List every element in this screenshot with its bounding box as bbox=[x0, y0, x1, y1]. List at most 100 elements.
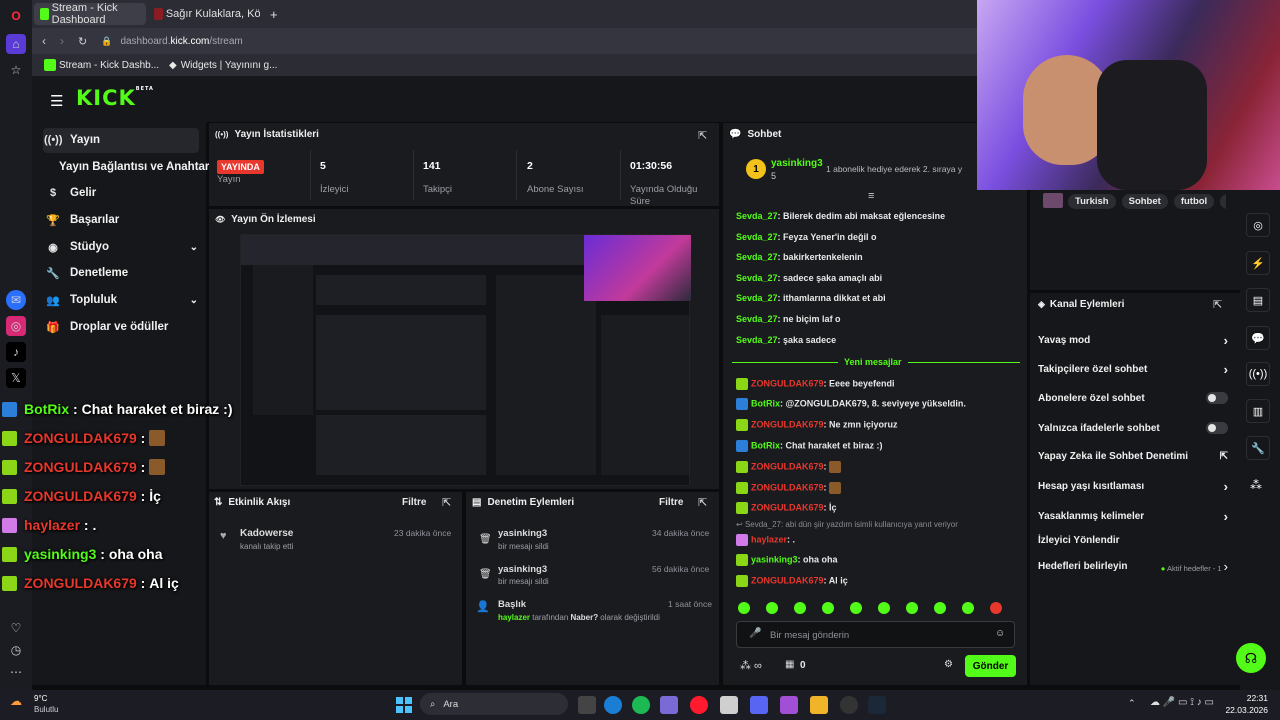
popout-icon[interactable]: ⇱ bbox=[698, 129, 707, 142]
chevron-up-icon[interactable]: ⌃ bbox=[1128, 698, 1136, 709]
chat-username[interactable]: Sevda_27 bbox=[736, 273, 778, 283]
mod-user[interactable]: yasinking3 bbox=[498, 564, 547, 575]
obs-icon[interactable] bbox=[840, 696, 858, 714]
tag-sohbet[interactable]: Sohbet bbox=[1121, 194, 1168, 209]
mod-user[interactable]: haylazer bbox=[498, 613, 530, 622]
nav-gelir[interactable]: $ Gelir bbox=[44, 181, 198, 205]
edge-icon[interactable] bbox=[604, 696, 622, 714]
nav-denetleme[interactable]: 🔧 Denetleme bbox=[44, 261, 198, 285]
support-headset-icon[interactable]: ☊ bbox=[1236, 643, 1266, 673]
chat-username[interactable]: ZONGULDAK679 bbox=[751, 482, 824, 492]
emote-icon[interactable] bbox=[822, 602, 834, 614]
emote-icon[interactable] bbox=[738, 602, 750, 614]
history-icon[interactable]: ◷ bbox=[6, 640, 26, 660]
taskview-icon[interactable] bbox=[578, 696, 596, 714]
chat-username[interactable]: Sevda_27 bbox=[736, 293, 778, 303]
emote-icon[interactable] bbox=[794, 602, 806, 614]
toggle-switch[interactable] bbox=[1206, 422, 1228, 434]
folder-icon[interactable] bbox=[810, 696, 828, 714]
windows-start-icon[interactable] bbox=[396, 697, 412, 713]
channel-action-row[interactable]: Yavaş mod › bbox=[1038, 330, 1228, 350]
tab-second[interactable]: Sağır Kulaklara, Kör gözle bbox=[148, 3, 266, 25]
emote-icon[interactable] bbox=[906, 602, 918, 614]
nav-topluluk[interactable]: 👥 Topluluk ⌄ bbox=[44, 288, 198, 312]
chat-icon[interactable]: 💬 bbox=[1246, 326, 1270, 350]
channel-action-row[interactable]: Hedefleri belirleyin ● Aktif hedefler - 1… bbox=[1038, 556, 1228, 576]
kick-logo[interactable]: KICKBETA bbox=[76, 86, 154, 110]
instagram-icon[interactable]: ◎ bbox=[6, 316, 26, 336]
tray-icons[interactable]: ☁ 🎤 ▭ ⟟ ♪ ▭ bbox=[1150, 697, 1214, 708]
chat-username[interactable]: Sevda_27 bbox=[736, 232, 778, 242]
chat-username[interactable]: ZONGULDAK679 bbox=[751, 575, 824, 585]
chat-username[interactable]: Sevda_27 bbox=[736, 252, 778, 262]
home-icon[interactable]: ⌂ bbox=[6, 34, 26, 54]
tab-kick-dashboard[interactable]: Stream - Kick Dashboard bbox=[34, 2, 146, 26]
new-tab-button[interactable]: + bbox=[264, 3, 280, 25]
emote-icon[interactable] bbox=[990, 602, 1002, 614]
x-icon[interactable]: 𝕏 bbox=[6, 368, 26, 388]
opera-icon[interactable] bbox=[690, 696, 708, 714]
tag-futbol[interactable]: futbol bbox=[1173, 194, 1215, 209]
app-icon[interactable] bbox=[720, 696, 738, 714]
messenger-icon[interactable]: ✉ bbox=[6, 290, 26, 310]
url-field[interactable]: dashboard.kick.com/stream bbox=[120, 36, 242, 47]
infinity-points-icon[interactable]: ⁂ ∞ bbox=[740, 659, 762, 672]
spotify-icon[interactable] bbox=[632, 696, 650, 714]
taskbar-search[interactable]: ⌕ Ara bbox=[420, 693, 568, 715]
stream-preview-video[interactable] bbox=[240, 234, 691, 486]
activity-user[interactable]: Kadowerse bbox=[240, 528, 293, 539]
tag-turkish[interactable]: Turkish bbox=[1068, 194, 1116, 209]
document-icon[interactable]: ▤ bbox=[1246, 288, 1270, 312]
wrench-icon[interactable]: 🔧 bbox=[1246, 436, 1270, 460]
storage-icon[interactable]: ▥ bbox=[1246, 399, 1270, 423]
channel-action-row[interactable]: İzleyici Yönlendir bbox=[1038, 530, 1228, 550]
popout-icon[interactable]: ⇱ bbox=[442, 496, 451, 509]
more-tools-icon[interactable]: ⁂ bbox=[1250, 478, 1262, 492]
chat-username[interactable]: haylazer bbox=[751, 534, 787, 544]
activity-filter-button[interactable]: Filtre bbox=[402, 497, 426, 508]
tiktok-icon[interactable]: ♪ bbox=[6, 342, 26, 362]
chat-username[interactable]: ZONGULDAK679 bbox=[751, 378, 824, 388]
more-icon[interactable]: ⋯ bbox=[6, 662, 26, 682]
app-icon[interactable] bbox=[780, 696, 798, 714]
scroll-down-icon[interactable]: ≡ bbox=[868, 190, 874, 202]
chat-username[interactable]: ZONGULDAK679 bbox=[751, 461, 824, 471]
hamburger-menu-icon[interactable]: ☰ bbox=[50, 92, 63, 110]
nav-studyo[interactable]: ◉ Stüdyo ⌄ bbox=[44, 235, 198, 259]
mod-user[interactable]: yasinking3 bbox=[498, 528, 547, 539]
channel-action-row[interactable]: Hesap yaşı kısıtlaması › bbox=[1038, 476, 1228, 496]
opera-logo-icon[interactable]: O bbox=[6, 6, 26, 26]
chat-username[interactable]: Sevda_27 bbox=[736, 314, 778, 324]
nav-droplar[interactable]: 🎁 Droplar ve ödüller bbox=[44, 315, 198, 339]
popout-icon[interactable]: ⇱ bbox=[1213, 298, 1222, 311]
chat-username[interactable]: yasinking3 bbox=[751, 554, 798, 564]
star-icon[interactable]: ☆ bbox=[6, 60, 26, 80]
emote-icon[interactable] bbox=[878, 602, 890, 614]
broadcast-icon[interactable]: ((•)) bbox=[1246, 362, 1270, 386]
channel-action-row[interactable]: Takipçilere özel sohbet › bbox=[1038, 359, 1228, 379]
channel-action-row[interactable]: Yapay Zeka ile Sohbet Denetimi ⇱ bbox=[1038, 446, 1228, 466]
channel-action-row[interactable]: Abonelere özel sohbet bbox=[1038, 388, 1228, 408]
forward-icon[interactable]: › bbox=[60, 34, 64, 48]
webcam-icon[interactable]: ◎ bbox=[1246, 213, 1270, 237]
chat-username[interactable]: BotRix bbox=[751, 398, 780, 408]
bookmark-kick[interactable]: Stream - Kick Dashb... bbox=[59, 60, 159, 71]
channel-action-row[interactable]: Yalnızca ifadelerle sohbet bbox=[1038, 418, 1228, 438]
emote-icon[interactable] bbox=[962, 602, 974, 614]
emote-icon[interactable] bbox=[766, 602, 778, 614]
settings-gear-icon[interactable]: ⚙ bbox=[944, 659, 953, 670]
emoji-icon[interactable]: ☺ bbox=[995, 628, 1005, 639]
emote-icon[interactable] bbox=[934, 602, 946, 614]
chat-username[interactable]: Sevda_27 bbox=[736, 211, 778, 221]
channel-action-row[interactable]: Yasaklanmış kelimeler › bbox=[1038, 506, 1228, 526]
bookmark-widgets[interactable]: Widgets | Yayınını g... bbox=[181, 60, 278, 71]
heart-icon[interactable]: ♡ bbox=[6, 618, 26, 638]
toggle-switch[interactable] bbox=[1206, 392, 1228, 404]
lightning-icon[interactable]: ⚡ bbox=[1246, 251, 1270, 275]
pinned-user[interactable]: yasinking3 bbox=[771, 158, 823, 169]
nav-stream-key[interactable]: Yayın Bağlantısı ve Anahtarı bbox=[59, 155, 213, 179]
chat-username[interactable]: BotRix bbox=[751, 440, 780, 450]
nav-basarilar[interactable]: 🏆 Başarılar bbox=[44, 208, 198, 232]
app-icon[interactable] bbox=[660, 696, 678, 714]
steam-icon[interactable] bbox=[868, 696, 886, 714]
